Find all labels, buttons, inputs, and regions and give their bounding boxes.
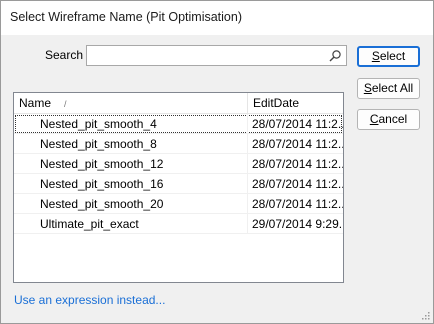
use-expression-link[interactable]: Use an expression instead... — [14, 293, 165, 307]
search-icon[interactable] — [328, 49, 342, 63]
sort-indicator-icon: / — [64, 99, 67, 109]
row-name: Nested_pit_smooth_12 — [14, 154, 248, 174]
list-rows: Nested_pit_smooth_4 28/07/2014 11:2... N… — [14, 114, 343, 234]
row-editdate: 28/07/2014 11:2... — [252, 137, 343, 151]
table-row[interactable]: Nested_pit_smooth_12 28/07/2014 11:2... — [14, 154, 343, 174]
wireframe-list[interactable]: Name / EditDate Nested_pit_smooth_4 28/0… — [13, 92, 344, 283]
table-row[interactable]: Nested_pit_smooth_4 28/07/2014 11:2... — [14, 114, 343, 134]
search-input[interactable] — [90, 48, 320, 63]
dialog-window: Select Wireframe Name (Pit Optimisation)… — [0, 0, 434, 324]
column-header-editdate[interactable]: EditDate — [249, 93, 343, 114]
select-button-label: elect — [379, 49, 406, 63]
row-editdate: 28/07/2014 11:2... — [252, 197, 343, 211]
table-row[interactable]: Ultimate_pit_exact 29/07/2014 9:29... — [14, 214, 343, 234]
select-all-button-accel: S — [363, 81, 372, 95]
row-editdate: 29/07/2014 9:29... — [252, 217, 343, 231]
column-header-name-label: Name — [19, 96, 52, 110]
select-all-button-label: elect All — [371, 81, 414, 95]
row-name: Ultimate_pit_exact — [14, 214, 248, 234]
row-editdate: 28/07/2014 11:2... — [252, 177, 343, 191]
row-name: Nested_pit_smooth_4 — [14, 114, 248, 134]
search-box[interactable] — [86, 45, 347, 66]
table-row[interactable]: Nested_pit_smooth_8 28/07/2014 11:2... — [14, 134, 343, 154]
title-bar: Select Wireframe Name (Pit Optimisation) — [1, 1, 433, 35]
table-row[interactable]: Nested_pit_smooth_16 28/07/2014 11:2... — [14, 174, 343, 194]
column-header-editdate-label: EditDate — [253, 96, 300, 110]
row-editdate: 28/07/2014 11:2... — [252, 157, 343, 171]
cancel-button[interactable]: Cancel — [357, 109, 420, 130]
list-header: Name / EditDate — [14, 93, 343, 114]
cancel-button-label: ancel — [378, 112, 408, 126]
search-label: Search — [45, 48, 84, 62]
resize-grip-icon[interactable] — [420, 310, 430, 320]
select-all-button[interactable]: Select All — [357, 78, 420, 99]
row-name: Nested_pit_smooth_8 — [14, 134, 248, 154]
row-editdate: 28/07/2014 11:2... — [252, 117, 343, 131]
table-row[interactable]: Nested_pit_smooth_20 28/07/2014 11:2... — [14, 194, 343, 214]
select-button[interactable]: Select — [357, 46, 420, 67]
select-button-accel: S — [371, 49, 380, 63]
row-name: Nested_pit_smooth_20 — [14, 194, 248, 214]
column-header-name[interactable]: Name / — [14, 93, 248, 114]
window-title: Select Wireframe Name (Pit Optimisation) — [10, 10, 243, 24]
row-name: Nested_pit_smooth_16 — [14, 174, 248, 194]
